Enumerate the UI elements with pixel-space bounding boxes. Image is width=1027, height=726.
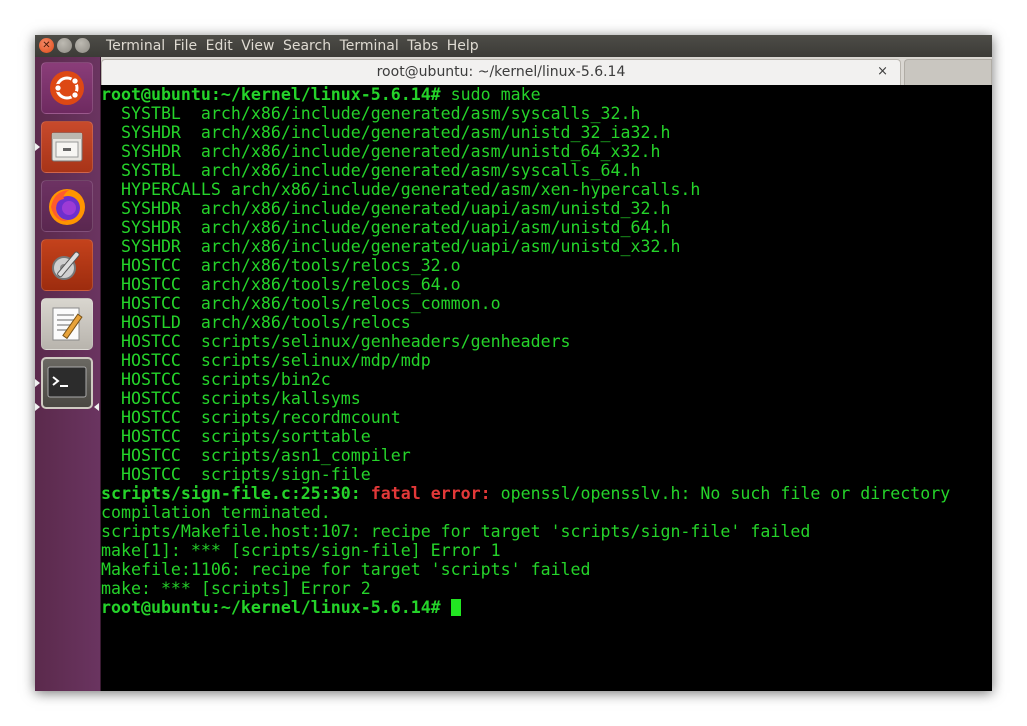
- output-line: Makefile:1106: recipe for target 'script…: [101, 560, 591, 579]
- build-line: SYSHDR arch/x86/include/generated/asm/un…: [101, 142, 661, 161]
- menu-help[interactable]: Help: [447, 36, 479, 56]
- tab-active[interactable]: root@ubuntu: ~/kernel/linux-5.6.14 ×: [101, 59, 901, 85]
- files-icon[interactable]: [41, 121, 93, 173]
- ubuntu-logo-icon[interactable]: [41, 62, 93, 114]
- error-location: scripts/sign-file.c:25:30:: [101, 484, 361, 503]
- output-line: make[1]: *** [scripts/sign-file] Error 1: [101, 541, 501, 560]
- menu-items: Terminal File Edit View Search Terminal …: [106, 36, 487, 56]
- build-line: HOSTCC scripts/recordmcount: [101, 408, 401, 427]
- text-editor-icon[interactable]: [41, 298, 93, 350]
- minimize-window-button[interactable]: [57, 38, 72, 53]
- running-indicator: [35, 379, 40, 387]
- build-line: HYPERCALLS arch/x86/include/generated/as…: [101, 180, 701, 199]
- prompt: root@ubuntu:~/kernel/linux-5.6.14#: [101, 598, 451, 617]
- build-line: HOSTCC arch/x86/tools/relocs_common.o: [101, 294, 501, 313]
- final-prompt-line: root@ubuntu:~/kernel/linux-5.6.14#: [101, 598, 461, 617]
- error-message: openssl/opensslv.h: No such file or dire…: [490, 484, 951, 503]
- build-line: HOSTCC scripts/sign-file: [101, 465, 371, 484]
- tab-new-area[interactable]: [904, 59, 992, 85]
- menu-bar: ✕ Terminal File Edit View Search Termina…: [35, 35, 992, 57]
- output-line: compilation terminated.: [101, 503, 331, 522]
- launcher-sidebar: [35, 57, 101, 691]
- build-line: SYSHDR arch/x86/include/generated/uapi/a…: [101, 237, 681, 256]
- build-line: HOSTCC arch/x86/tools/relocs_32.o: [101, 256, 461, 275]
- build-line: HOSTCC scripts/selinux/mdp/mdp: [101, 351, 431, 370]
- build-line: SYSTBL arch/x86/include/generated/asm/sy…: [101, 104, 641, 123]
- running-indicator: [35, 143, 40, 151]
- output-line: make: *** [scripts] Error 2: [101, 579, 371, 598]
- build-line: SYSHDR arch/x86/include/generated/uapi/a…: [101, 199, 671, 218]
- command: sudo make: [440, 85, 541, 104]
- menu-tabs[interactable]: Tabs: [407, 36, 438, 56]
- build-line: SYSHDR arch/x86/include/generated/asm/un…: [101, 123, 671, 142]
- menu-search[interactable]: Search: [283, 36, 331, 56]
- build-line: HOSTCC scripts/sorttable: [101, 427, 371, 446]
- prompt: root@ubuntu:~/kernel/linux-5.6.14#: [101, 85, 441, 104]
- build-line: HOSTCC scripts/asn1_compiler: [101, 446, 411, 465]
- running-indicator: [35, 403, 40, 411]
- menu-edit[interactable]: Edit: [206, 36, 233, 56]
- system-settings-icon[interactable]: [41, 239, 93, 291]
- tab-close-button[interactable]: ×: [877, 64, 888, 79]
- build-line: HOSTCC scripts/selinux/genheaders/genhea…: [101, 332, 571, 351]
- terminal-cursor: [450, 599, 461, 616]
- menu-app-terminal[interactable]: Terminal: [106, 36, 165, 56]
- menu-terminal[interactable]: Terminal: [340, 36, 399, 56]
- menu-view[interactable]: View: [241, 36, 274, 56]
- active-indicator: [94, 403, 99, 411]
- output-line: scripts/Makefile.host:107: recipe for ta…: [101, 522, 811, 541]
- terminal-icon[interactable]: [41, 357, 93, 409]
- build-line: SYSTBL arch/x86/include/generated/asm/sy…: [101, 161, 641, 180]
- error-label: fatal error:: [370, 484, 491, 503]
- firefox-icon[interactable]: [41, 180, 93, 232]
- maximize-window-button[interactable]: [75, 38, 90, 53]
- build-line: HOSTCC scripts/kallsyms: [101, 389, 361, 408]
- terminal-window: ✕ Terminal File Edit View Search Termina…: [35, 35, 992, 691]
- menu-file[interactable]: File: [174, 36, 197, 56]
- tab-title: root@ubuntu: ~/kernel/linux-5.6.14: [376, 64, 626, 80]
- error-line: scripts/sign-file.c:25:30: fatal error: …: [101, 484, 950, 503]
- build-line: HOSTCC arch/x86/tools/relocs_64.o: [101, 275, 461, 294]
- command-line: root@ubuntu:~/kernel/linux-5.6.14# sudo …: [101, 85, 541, 104]
- build-line: SYSHDR arch/x86/include/generated/uapi/a…: [101, 218, 671, 237]
- terminal-output[interactable]: root@ubuntu:~/kernel/linux-5.6.14# sudo …: [101, 85, 992, 691]
- tab-bar: root@ubuntu: ~/kernel/linux-5.6.14 ×: [101, 57, 992, 85]
- build-line: HOSTCC scripts/bin2c: [101, 370, 331, 389]
- build-line: HOSTLD arch/x86/tools/relocs: [101, 313, 411, 332]
- close-window-button[interactable]: ✕: [39, 38, 54, 53]
